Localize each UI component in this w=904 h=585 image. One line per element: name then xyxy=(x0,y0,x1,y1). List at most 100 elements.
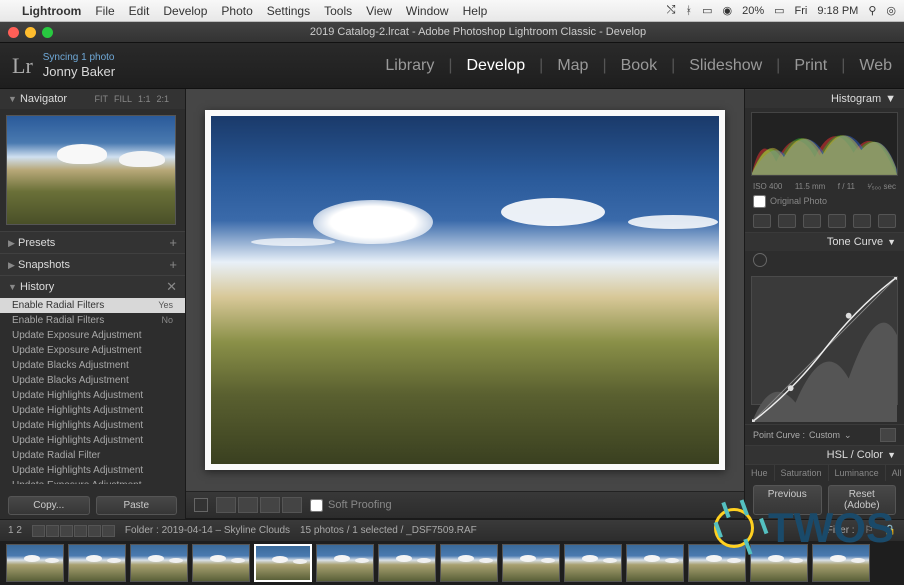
navigator-preview[interactable] xyxy=(0,109,185,231)
soft-proofing-checkbox[interactable] xyxy=(310,499,323,512)
window-minimize-button[interactable] xyxy=(25,27,36,38)
menu-edit[interactable]: Edit xyxy=(129,4,150,18)
flag-pick-icon[interactable] xyxy=(32,525,45,537)
history-item[interactable]: Update Exposure Adjustment xyxy=(0,343,185,358)
bluetooth-icon[interactable]: ᚼ xyxy=(685,5,692,17)
menu-window[interactable]: Window xyxy=(406,4,449,18)
battery-icon[interactable]: ▭ xyxy=(774,4,784,17)
curve-edit-icon[interactable] xyxy=(880,428,896,442)
filmstrip-thumbnail[interactable] xyxy=(626,544,684,582)
window-maximize-button[interactable] xyxy=(42,27,53,38)
image-canvas[interactable] xyxy=(205,110,725,470)
filmstrip-thumbnail[interactable] xyxy=(6,544,64,582)
navigator-thumbnail[interactable] xyxy=(6,115,176,225)
history-item[interactable]: Enable Radial FiltersNo xyxy=(0,313,185,328)
add-preset-icon[interactable]: + xyxy=(169,235,177,250)
module-book[interactable]: Book xyxy=(621,57,657,75)
nav-icon[interactable] xyxy=(102,525,115,537)
filmstrip-thumbnail[interactable] xyxy=(316,544,374,582)
clock-day[interactable]: Fri xyxy=(795,5,808,17)
histogram-display[interactable] xyxy=(751,112,898,176)
original-photo-checkbox[interactable] xyxy=(753,195,766,208)
history-item[interactable]: Update Highlights Adjustment xyxy=(0,388,185,403)
fast-switch-icon[interactable]: ⤭ xyxy=(667,4,676,17)
clock-time[interactable]: 9:18 PM xyxy=(817,5,858,17)
view-mode-button[interactable] xyxy=(216,497,236,513)
view-mode-button[interactable] xyxy=(238,497,258,513)
menu-help[interactable]: Help xyxy=(463,4,488,18)
history-item[interactable]: Enable Radial FiltersYes xyxy=(0,298,185,313)
history-item[interactable]: Update Highlights Adjustment xyxy=(0,403,185,418)
graduated-filter-icon[interactable] xyxy=(828,214,846,228)
histogram-header[interactable]: Histogram ▼ xyxy=(745,89,904,108)
radial-filter-icon[interactable] xyxy=(853,214,871,228)
window-close-button[interactable] xyxy=(8,27,19,38)
add-snapshot-icon[interactable]: + xyxy=(169,257,177,272)
history-item[interactable]: Update Highlights Adjustment xyxy=(0,463,185,478)
wifi-icon[interactable]: ◉ xyxy=(722,4,732,17)
history-item[interactable]: Update Blacks Adjustment xyxy=(0,373,185,388)
nav-mode-fill[interactable]: FILL xyxy=(114,94,132,104)
history-item[interactable]: Update Radial Filter xyxy=(0,448,185,463)
dropdown-icon[interactable]: ⌄ xyxy=(844,430,852,441)
nav-mode-1-1[interactable]: 1:1 xyxy=(138,94,151,104)
flag-reject-icon[interactable] xyxy=(46,525,59,537)
siri-icon[interactable]: ◎ xyxy=(886,4,896,17)
hsl-tab-luminance[interactable]: Luminance xyxy=(829,465,886,481)
hsl-header[interactable]: HSL / Color ▼ xyxy=(745,445,904,464)
folder-path[interactable]: Folder : 2019-04-14 – Skyline Clouds xyxy=(125,525,290,536)
module-develop[interactable]: Develop xyxy=(466,57,525,75)
spotlight-icon[interactable]: ⚲ xyxy=(868,4,876,17)
history-item[interactable]: Update Exposure Adjustment xyxy=(0,478,185,484)
navigator-header[interactable]: ▼ Navigator FIT FILL 1:1 2:1 xyxy=(0,89,185,109)
view-mode-button[interactable] xyxy=(260,497,280,513)
app-menu[interactable]: Lightroom xyxy=(22,4,81,18)
target-adjustment-icon[interactable] xyxy=(753,253,767,267)
filmstrip-thumbnail[interactable] xyxy=(378,544,436,582)
filmstrip-thumbnail[interactable] xyxy=(192,544,250,582)
nav-mode-2-1[interactable]: 2:1 xyxy=(156,94,169,104)
nav-mode-fit[interactable]: FIT xyxy=(94,94,108,104)
module-map[interactable]: Map xyxy=(557,57,588,75)
menu-settings[interactable]: Settings xyxy=(267,4,310,18)
filmstrip-thumbnail[interactable] xyxy=(130,544,188,582)
point-curve-select[interactable]: Custom xyxy=(809,430,840,440)
menu-photo[interactable]: Photo xyxy=(221,4,252,18)
hsl-tab-saturation[interactable]: Saturation xyxy=(775,465,829,481)
airplay-icon[interactable]: ▭ xyxy=(702,4,712,17)
filmstrip-thumbnail[interactable] xyxy=(254,544,312,582)
module-print[interactable]: Print xyxy=(794,57,827,75)
filmstrip-thumbnail[interactable] xyxy=(440,544,498,582)
hsl-tab-all[interactable]: All xyxy=(886,465,904,481)
filmstrip-thumbnail[interactable] xyxy=(564,544,622,582)
grid-view-toggle[interactable]: 1 2 xyxy=(8,525,22,536)
adjustment-brush-icon[interactable] xyxy=(878,214,896,228)
spot-removal-icon[interactable] xyxy=(778,214,796,228)
crop-tool-icon[interactable] xyxy=(753,214,771,228)
snapshots-header[interactable]: ▶ Snapshots + xyxy=(0,254,185,275)
module-slideshow[interactable]: Slideshow xyxy=(689,57,762,75)
module-web[interactable]: Web xyxy=(859,57,892,75)
rating-icon[interactable] xyxy=(60,525,73,537)
menu-file[interactable]: File xyxy=(95,4,114,18)
module-library[interactable]: Library xyxy=(385,57,434,75)
history-item[interactable]: Update Highlights Adjustment xyxy=(0,433,185,448)
view-mode-button[interactable] xyxy=(282,497,302,513)
history-item[interactable]: Update Blacks Adjustment xyxy=(0,358,185,373)
paste-settings-button[interactable]: Paste xyxy=(96,496,178,515)
tone-curve-header[interactable]: Tone Curve ▼ xyxy=(745,232,904,251)
history-item[interactable]: Update Exposure Adjustment xyxy=(0,328,185,343)
redeye-tool-icon[interactable] xyxy=(803,214,821,228)
filmstrip-thumbnail[interactable] xyxy=(68,544,126,582)
label-icon[interactable] xyxy=(74,525,87,537)
filmstrip-thumbnail[interactable] xyxy=(502,544,560,582)
rotate-icon[interactable] xyxy=(88,525,101,537)
loupe-view-button[interactable] xyxy=(194,498,208,512)
copy-settings-button[interactable]: Copy... xyxy=(8,496,90,515)
clear-history-icon[interactable]: ✕ xyxy=(166,279,177,295)
hsl-tab-hue[interactable]: Hue xyxy=(745,465,775,481)
menu-tools[interactable]: Tools xyxy=(324,4,352,18)
menu-develop[interactable]: Develop xyxy=(163,4,207,18)
history-item[interactable]: Update Highlights Adjustment xyxy=(0,418,185,433)
identity-plate[interactable]: Syncing 1 photo Jonny Baker xyxy=(43,52,115,80)
